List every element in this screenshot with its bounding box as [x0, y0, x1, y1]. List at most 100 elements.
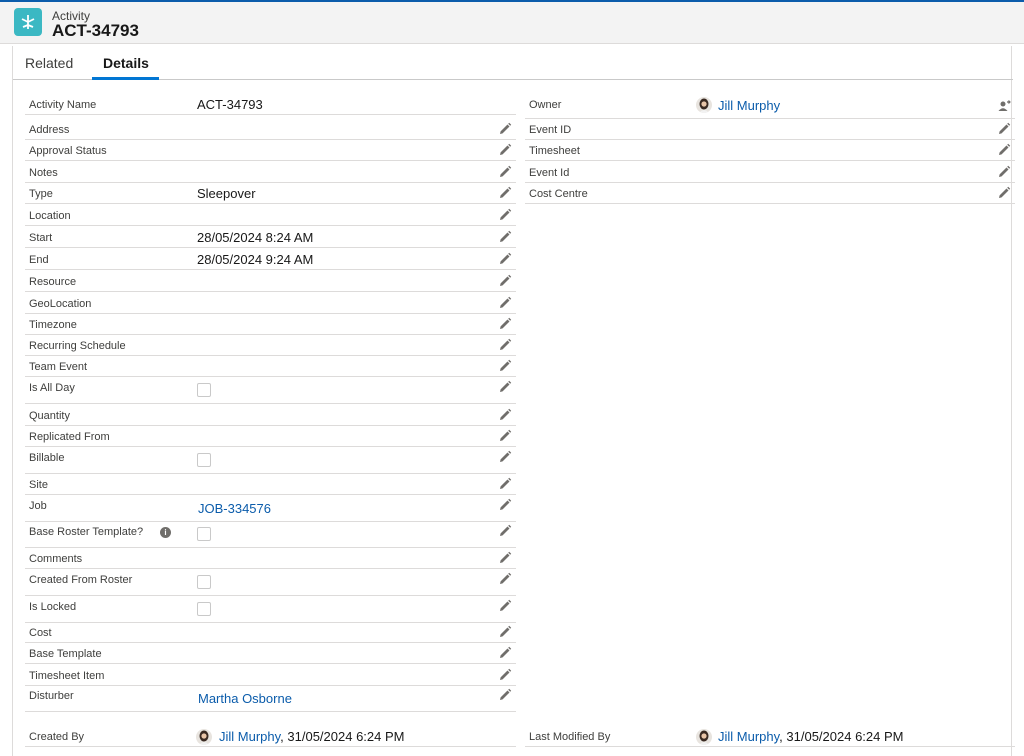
field-label: Base Roster Template? [29, 526, 144, 538]
tab-details[interactable]: Details [103, 55, 149, 71]
field-label: Start [29, 232, 53, 244]
pencil-icon[interactable] [498, 429, 512, 443]
pencil-icon[interactable] [498, 122, 512, 136]
field-label: Resource [29, 276, 77, 288]
field-label: Is All Day [29, 382, 75, 394]
avatar [696, 729, 712, 745]
field-timesheet-item: Timesheet Item [25, 665, 516, 686]
field-label: Site [29, 479, 48, 491]
field-label: Event ID [529, 124, 572, 136]
pencil-icon[interactable] [498, 668, 512, 682]
field-label: Cost Centre [529, 188, 588, 200]
is-locked-checkbox[interactable] [197, 602, 211, 616]
field-cost-centre: Cost Centre [525, 183, 1015, 204]
field-created-from-roster: Created From Roster [25, 569, 516, 596]
field-label: Notes [29, 167, 58, 179]
field-end: End 28/05/2024 9:24 AM [25, 249, 516, 270]
is-all-day-checkbox[interactable] [197, 383, 211, 397]
field-notes: Notes [25, 162, 516, 183]
pencil-icon[interactable] [498, 625, 512, 639]
last-modified-by-date: , 31/05/2024 6:24 PM [779, 729, 904, 744]
pencil-icon[interactable] [498, 572, 512, 586]
pencil-icon[interactable] [498, 208, 512, 222]
pencil-icon[interactable] [498, 338, 512, 352]
field-value: Sleepover [197, 186, 256, 201]
created-by-user-link[interactable]: Jill Murphy [219, 729, 280, 744]
disturber-link[interactable]: Martha Osborne [198, 691, 292, 706]
pencil-icon[interactable] [498, 274, 512, 288]
pencil-icon[interactable] [498, 408, 512, 422]
pencil-icon[interactable] [498, 165, 512, 179]
field-label: Quantity [29, 410, 70, 422]
active-tab-indicator [92, 77, 159, 80]
created-from-roster-checkbox[interactable] [197, 575, 211, 589]
base-roster-template-checkbox[interactable] [197, 527, 211, 541]
record-title: ACT-34793 [52, 21, 139, 40]
job-link[interactable]: JOB-334576 [198, 501, 271, 516]
pencil-icon[interactable] [498, 450, 512, 464]
pencil-icon[interactable] [498, 317, 512, 331]
pencil-icon[interactable] [498, 186, 512, 200]
pencil-icon[interactable] [498, 359, 512, 373]
pencil-icon[interactable] [997, 143, 1011, 157]
field-label: Timezone [29, 319, 77, 331]
pencil-icon[interactable] [498, 688, 512, 702]
pencil-icon[interactable] [498, 296, 512, 310]
field-type: Type Sleepover [25, 183, 516, 204]
owner-link[interactable]: Jill Murphy [718, 98, 780, 113]
field-owner: Owner Jill Murphy [525, 92, 1015, 119]
avatar [196, 729, 212, 745]
created-by-date: , 31/05/2024 6:24 PM [280, 729, 405, 744]
pencil-icon[interactable] [498, 380, 512, 394]
pencil-icon[interactable] [498, 498, 512, 512]
field-created-by: Created By Jill Murphy, 31/05/2024 6:24 … [25, 726, 516, 747]
pencil-icon[interactable] [498, 252, 512, 266]
pencil-icon[interactable] [498, 524, 512, 538]
field-is-locked: Is Locked [25, 596, 516, 623]
field-replicated-from: Replicated From [25, 426, 516, 447]
field-label: Type [29, 188, 53, 200]
field-label: Recurring Schedule [29, 340, 126, 352]
pencil-icon[interactable] [498, 143, 512, 157]
pencil-icon[interactable] [498, 477, 512, 491]
last-modified-by-user-link[interactable]: Jill Murphy [718, 729, 779, 744]
field-activity-name: Activity Name ACT-34793 [25, 94, 516, 115]
field-label: Owner [529, 99, 562, 111]
field-label: GeoLocation [29, 298, 92, 310]
info-icon[interactable]: i [160, 527, 171, 538]
pencil-icon[interactable] [498, 599, 512, 613]
field-geolocation: GeoLocation [25, 293, 516, 314]
avatar [696, 97, 712, 113]
field-label: Activity Name [29, 99, 97, 111]
change-owner-icon[interactable] [997, 99, 1011, 113]
field-timezone: Timezone [25, 314, 516, 335]
pencil-icon[interactable] [997, 186, 1011, 200]
field-value: 28/05/2024 9:24 AM [197, 252, 314, 267]
field-billable: Billable [25, 447, 516, 474]
created-by-value: Jill Murphy, 31/05/2024 6:24 PM [219, 729, 404, 744]
field-value: ACT-34793 [197, 97, 263, 112]
pencil-icon[interactable] [997, 122, 1011, 136]
pencil-icon[interactable] [997, 165, 1011, 179]
field-value: 28/05/2024 8:24 AM [197, 230, 314, 245]
field-event-id-2: Event Id [525, 162, 1015, 183]
field-label: Created By [29, 731, 85, 743]
pencil-icon[interactable] [498, 551, 512, 565]
field-label: Billable [29, 452, 65, 464]
last-modified-by-value: Jill Murphy, 31/05/2024 6:24 PM [718, 729, 903, 744]
tab-related[interactable]: Related [25, 55, 73, 71]
field-label: Team Event [29, 361, 88, 373]
field-timesheet: Timesheet [525, 140, 1015, 161]
pencil-icon[interactable] [498, 230, 512, 244]
field-resource: Resource [25, 271, 516, 292]
field-label: Last Modified By [529, 731, 611, 743]
billable-checkbox[interactable] [197, 453, 211, 467]
field-site: Site [25, 474, 516, 495]
field-label: Created From Roster [29, 574, 133, 586]
field-job: Job JOB-334576 [25, 495, 516, 522]
field-label: Job [29, 500, 47, 512]
pencil-icon[interactable] [498, 646, 512, 660]
field-label: Disturber [29, 690, 74, 702]
field-base-template: Base Template [25, 643, 516, 664]
field-label: Comments [29, 553, 83, 565]
